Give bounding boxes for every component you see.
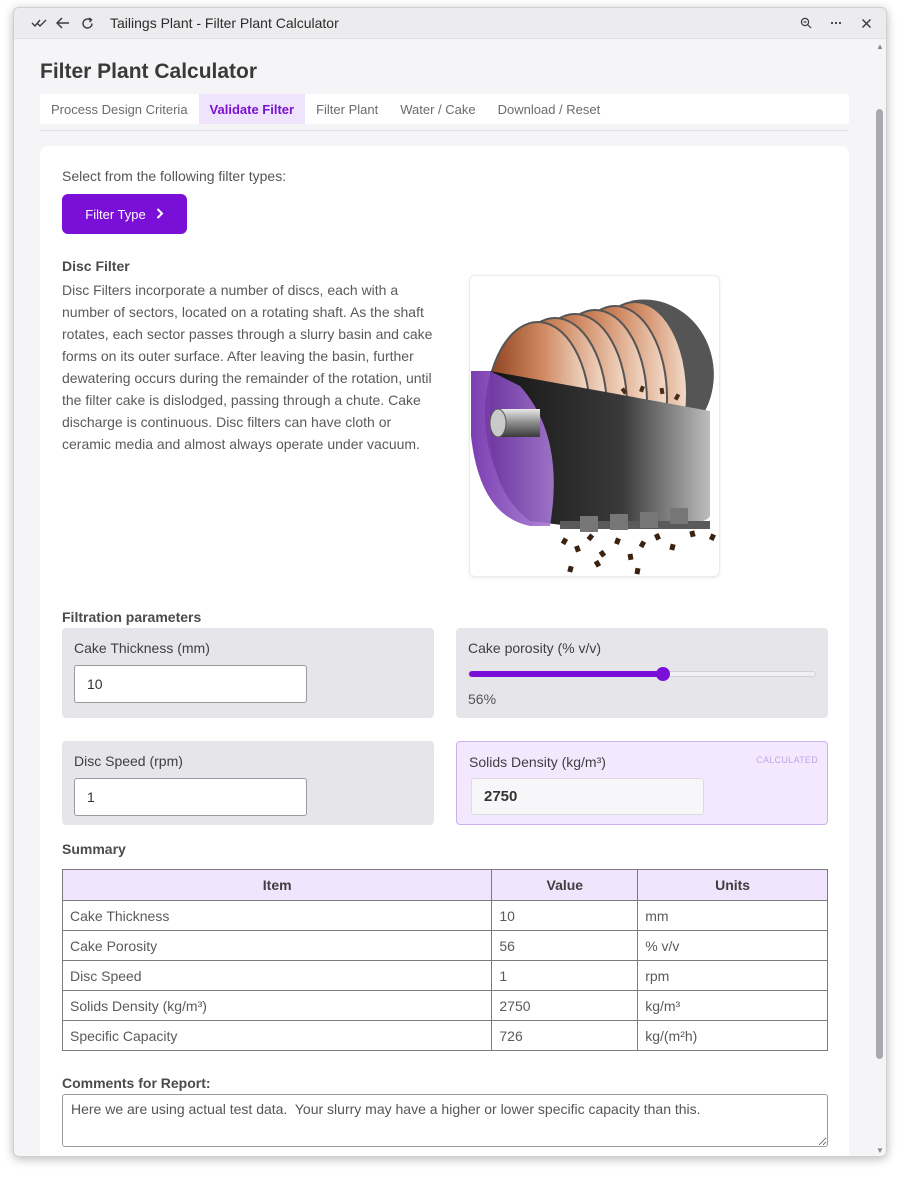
row-item: Disc Speed	[61, 960, 493, 991]
row-item: Cake Thickness	[61, 900, 493, 931]
row-units: mm	[637, 900, 828, 931]
filtration-parameters-label: Filtration parameters	[62, 609, 202, 625]
tab-validate-filter[interactable]: Validate Filter	[198, 94, 306, 124]
solids-density-input[interactable]	[471, 778, 704, 815]
zoom-icon[interactable]	[792, 12, 820, 34]
header-units: Units	[637, 869, 828, 901]
vertical-scrollbar[interactable]: ▲ ▼	[873, 39, 886, 1156]
cake-porosity-slider[interactable]	[468, 667, 816, 681]
row-units: rpm	[637, 960, 828, 991]
filter-type-button-label: Filter Type	[85, 206, 146, 222]
row-value: 56	[491, 930, 639, 961]
disc-speed-label: Disc Speed (rpm)	[74, 753, 183, 769]
solids-density-card: Solids Density (kg/m³) CALCULATED	[456, 741, 828, 825]
row-value: 2750	[491, 990, 639, 1021]
table-row: Disc Speed 1 rpm	[61, 960, 828, 991]
row-item: Solids Density (kg/m³)	[61, 990, 493, 1021]
checkmarks-icon[interactable]	[28, 12, 50, 34]
row-item: Cake Porosity	[61, 930, 493, 961]
row-value: 10	[491, 900, 639, 931]
row-value: 726	[491, 1020, 639, 1051]
tab-bar: Process Design Criteria Validate Filter …	[40, 94, 849, 124]
more-icon[interactable]	[822, 12, 850, 34]
header-item: Item	[61, 869, 493, 901]
cake-thickness-card: Cake Thickness (mm)	[62, 628, 434, 718]
table-row: Cake Thickness 10 mm	[61, 900, 828, 931]
filter-select-prompt: Select from the following filter types:	[62, 168, 287, 184]
comments-textarea[interactable]: Here we are using actual test data. Your…	[62, 1094, 828, 1147]
table-row: Solids Density (kg/m³) 2750 kg/m³	[61, 990, 828, 1021]
table-row: Cake Porosity 56 % v/v	[61, 930, 828, 961]
disc-speed-card: Disc Speed (rpm)	[62, 741, 434, 825]
row-item: Specific Capacity	[61, 1020, 493, 1051]
summary-table: Item Value Units Cake Thickness 10 mm Ca…	[61, 869, 828, 1051]
scrollbar-thumb[interactable]	[876, 109, 883, 1059]
scroll-down-icon[interactable]: ▼	[876, 1147, 884, 1155]
filter-description: Disc Filters incorporate a number of dis…	[62, 282, 433, 452]
row-units: kg/m³	[637, 990, 828, 1021]
row-value: 1	[491, 960, 639, 991]
tab-divider	[40, 130, 849, 131]
row-units: % v/v	[637, 930, 828, 961]
calculated-tag: CALCULATED	[756, 755, 818, 765]
table-row: Specific Capacity 726 kg/(m²h)	[61, 1020, 828, 1051]
scroll-up-icon[interactable]: ▲	[876, 43, 884, 51]
browser-window: Tailings Plant - Filter Plant Calculator…	[13, 7, 887, 1157]
tab-water-cake[interactable]: Water / Cake	[389, 94, 486, 124]
solids-density-label: Solids Density (kg/m³)	[469, 754, 606, 770]
filter-type-button[interactable]: Filter Type	[62, 194, 187, 234]
tab-filter-plant[interactable]: Filter Plant	[305, 94, 389, 124]
filter-name: Disc Filter	[62, 258, 130, 274]
back-arrow-icon[interactable]	[52, 12, 74, 34]
table-header-row: Item Value Units	[61, 869, 828, 901]
tab-process-design-criteria[interactable]: Process Design Criteria	[40, 94, 199, 124]
tab-download-reset[interactable]: Download / Reset	[487, 94, 612, 124]
cake-porosity-label: Cake porosity (% v/v)	[468, 640, 602, 656]
page-title: Filter Plant Calculator	[40, 60, 258, 83]
chevron-right-icon	[156, 206, 164, 222]
cake-thickness-label: Cake Thickness (mm)	[74, 640, 210, 656]
validate-filter-panel: Select from the following filter types: …	[40, 146, 849, 1156]
row-units: kg/(m²h)	[637, 1020, 828, 1051]
page-content: Filter Plant Calculator Process Design C…	[14, 39, 875, 1156]
reload-icon[interactable]	[76, 12, 98, 34]
header-value: Value	[491, 869, 639, 901]
cake-porosity-value: 56%	[468, 691, 497, 707]
disc-speed-input[interactable]	[74, 778, 307, 816]
title-bar: Tailings Plant - Filter Plant Calculator	[14, 8, 886, 39]
cake-thickness-input[interactable]	[74, 665, 307, 703]
slider-fill	[469, 671, 663, 677]
close-icon[interactable]	[852, 12, 880, 34]
disc-filter-illustration	[469, 275, 720, 577]
summary-label: Summary	[62, 841, 126, 857]
window-title: Tailings Plant - Filter Plant Calculator	[110, 15, 339, 31]
comments-label: Comments for Report:	[62, 1075, 211, 1091]
cake-porosity-card: Cake porosity (% v/v) 56%	[456, 628, 828, 718]
slider-thumb[interactable]	[655, 667, 670, 681]
